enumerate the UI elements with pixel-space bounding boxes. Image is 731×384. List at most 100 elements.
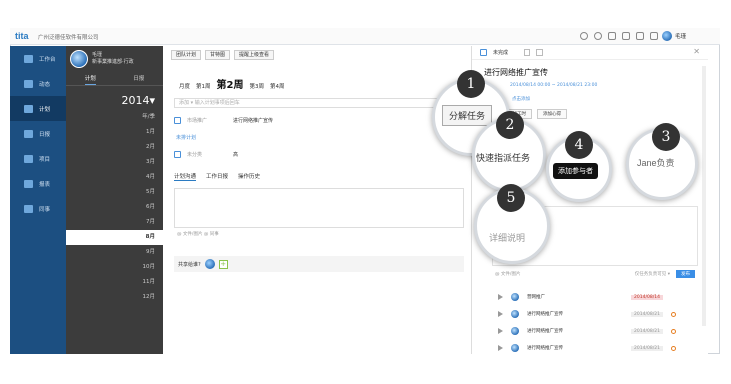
tab-week-2[interactable]: 第2周 — [217, 76, 244, 91]
nav-label: 报表 — [39, 181, 51, 188]
unsorted-link[interactable]: 未排计划 — [176, 134, 196, 141]
tab-month[interactable]: 月度 — [179, 82, 190, 90]
tab-communication[interactable]: 计划沟通 — [174, 172, 197, 181]
nav-item-daily[interactable]: 日报 — [10, 121, 66, 146]
company-name: 广州泛德佳软件有限公司 — [38, 35, 99, 41]
avatar — [511, 310, 519, 318]
bar-chart-icon — [24, 179, 33, 188]
nav-item-plan[interactable]: 计划 — [10, 96, 66, 121]
gantt-button[interactable]: 甘特图 — [205, 50, 231, 60]
play-icon[interactable] — [498, 311, 503, 317]
month-item[interactable]: 11月 — [66, 275, 163, 290]
callout-text: Jane负责 — [637, 158, 675, 168]
task-name[interactable]: 进行网络推广宣传 — [233, 117, 273, 124]
search-icon[interactable] — [580, 32, 588, 40]
month-item[interactable]: 5月 — [66, 185, 163, 200]
checklist-icon[interactable] — [608, 32, 616, 40]
nav-item-report[interactable]: 报表 — [10, 171, 66, 196]
avatar — [511, 344, 519, 352]
tab-week-4[interactable]: 第4周 — [270, 82, 285, 90]
add-link[interactable]: 点击添加 — [512, 96, 530, 102]
play-icon[interactable] — [498, 294, 503, 300]
tab-work-daily[interactable]: 工作日报 — [206, 172, 228, 181]
month-item[interactable]: 年/季 — [66, 110, 163, 125]
task-name[interactable]: 高 — [233, 151, 238, 158]
notification-icon[interactable] — [636, 32, 644, 40]
list-item[interactable]: 进行网络推广宣传 2014/08/21 — [498, 341, 698, 355]
play-icon[interactable] — [498, 345, 503, 351]
month-item[interactable]: 2月 — [66, 140, 163, 155]
visibility-select[interactable]: 仅任务负责可见 ▾ — [635, 271, 670, 277]
calendar-icon[interactable] — [622, 32, 630, 40]
nav-label: 计划 — [39, 106, 51, 113]
task-checkbox[interactable] — [174, 116, 181, 124]
task-title[interactable]: 进行网络推广宣传 — [484, 67, 548, 78]
month-item[interactable]: 12月 — [66, 290, 163, 305]
tab-daily[interactable]: 日报 — [133, 74, 144, 85]
user-menu[interactable]: 毛瑾 — [661, 31, 686, 41]
nav-item-colleagues[interactable]: 同事 — [10, 196, 66, 221]
main-nav: 工作台 动态 计划 日报 项目 报表 同事 — [10, 46, 66, 354]
month-item[interactable]: 3月 — [66, 155, 163, 170]
comment-input[interactable] — [174, 188, 464, 228]
trash-icon[interactable] — [524, 49, 531, 56]
top-icons — [580, 32, 658, 40]
complete-checkbox[interactable] — [480, 49, 487, 56]
month-item[interactable]: 1月 — [66, 125, 163, 140]
publish-button[interactable]: 发布 — [676, 270, 695, 278]
comm-tabs: 计划沟通 工作日报 操作历史 — [174, 172, 260, 181]
list-item[interactable]: 进行网络推广宣传 2014/08/21 — [498, 307, 698, 321]
subtask-date: 2014/08/21 — [631, 345, 663, 351]
month-item[interactable]: 10月 — [66, 260, 163, 275]
tab-plan[interactable]: 计划 — [84, 74, 96, 85]
nav-item-project[interactable]: 项目 — [10, 146, 66, 171]
folder-icon — [24, 154, 33, 163]
month-item[interactable]: 7月 — [66, 215, 163, 230]
play-icon[interactable] — [498, 328, 503, 334]
scrollbar[interactable] — [702, 66, 706, 326]
editor-bar: @ 文件/图片 仅任务负责可见 ▾ 发布 — [492, 269, 698, 279]
task-dates[interactable]: 2014/08/14 00:00 ~ 2014/08/21 23:00 — [510, 83, 597, 88]
add-plan-input[interactable]: 添加 ▾ 输入计划事项后回车 — [174, 98, 464, 108]
close-icon[interactable]: ✕ — [693, 47, 700, 56]
month-item[interactable]: 6月 — [66, 200, 163, 215]
tab-week-1[interactable]: 第1周 — [196, 82, 211, 90]
message-icon[interactable] — [650, 32, 658, 40]
status-icon — [670, 345, 676, 351]
tab-history[interactable]: 操作历史 — [238, 172, 260, 181]
nav-item-feed[interactable]: 动态 — [10, 71, 66, 96]
attach-links[interactable]: @ 文件/图片 @ 同事 — [177, 231, 219, 237]
plan-main: 团队计划 甘特图 提醒上级查看 月度 第1周 第2周 第3周 第4周 添加 ▾ … — [163, 46, 471, 354]
subtask-name: 进行网络推广宣传 — [527, 329, 563, 334]
callout-number: 5 — [497, 184, 525, 212]
people-icon — [24, 204, 33, 213]
plan-tabs: 计划 日报 — [66, 74, 163, 86]
top-bar: tita 广州泛德佳软件有限公司 毛瑾 — [10, 28, 720, 45]
add-share-button[interactable]: + — [218, 259, 228, 269]
tab-week-3[interactable]: 第3周 — [249, 82, 264, 90]
attach-link[interactable]: @ 文件/图片 — [495, 271, 520, 277]
remind-button[interactable]: 提醒上级查看 — [234, 50, 275, 60]
share-icon[interactable] — [536, 49, 544, 56]
location-icon[interactable] — [594, 32, 602, 40]
app-logo: tita — [15, 31, 29, 41]
avatar — [204, 259, 215, 269]
callout-text: 添加参与者 — [553, 163, 598, 179]
profile-dept: 新事業推進部·行政 — [92, 59, 134, 65]
nav-label: 同事 — [39, 206, 51, 213]
list-item[interactable]: 营网推广 2014/08/14 — [498, 290, 698, 304]
task-checkbox[interactable] — [174, 150, 181, 158]
add-notes-button[interactable]: 添加心得 — [537, 109, 567, 119]
list-item[interactable]: 进行网络推广宣传 2014/08/21 — [498, 324, 698, 338]
callout-number: 2 — [496, 111, 524, 139]
month-item-selected[interactable]: 8月 — [66, 230, 163, 245]
table-row[interactable]: 未分类 高 — [174, 148, 464, 160]
callout-text: 详细说明 — [489, 233, 526, 243]
table-row[interactable]: 市场推广 进行网络推广宣传 — [174, 114, 464, 126]
team-plan-button[interactable]: 团队计划 — [171, 50, 202, 60]
chat-icon — [24, 79, 33, 88]
nav-item-workbench[interactable]: 工作台 — [10, 46, 66, 71]
month-item[interactable]: 4月 — [66, 170, 163, 185]
month-item[interactable]: 9月 — [66, 245, 163, 260]
year-selector[interactable]: 2014▾ — [66, 94, 163, 110]
